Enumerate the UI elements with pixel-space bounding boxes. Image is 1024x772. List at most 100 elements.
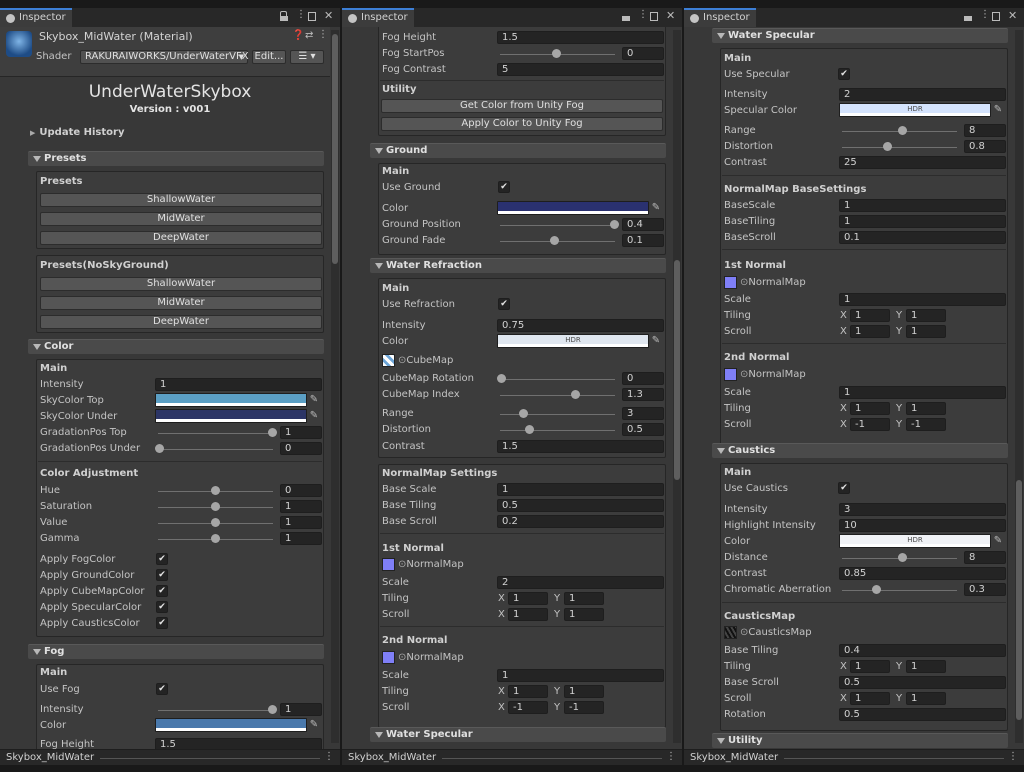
fog-color-swatch[interactable] — [155, 718, 307, 732]
inspector-tab[interactable]: Inspector — [684, 8, 756, 27]
color-section-header[interactable]: Color — [28, 339, 324, 354]
use-refraction-checkbox[interactable]: ✔ — [498, 298, 510, 310]
n2-scroll-x-field[interactable]: -1 — [508, 701, 548, 714]
more-icon[interactable]: ⋮ — [324, 751, 334, 762]
slider-knob[interactable] — [610, 220, 619, 229]
normalmap-thumbnail[interactable] — [382, 558, 395, 571]
specular-range-field[interactable]: 8 — [964, 124, 1006, 137]
n1-scroll-y-field[interactable]: 1 — [564, 608, 604, 621]
caustics-intensity-field[interactable]: 3 — [839, 503, 1006, 516]
specular-distortion-field[interactable]: 0.8 — [964, 140, 1006, 153]
slider-knob[interactable] — [525, 425, 534, 434]
slider-knob[interactable] — [211, 486, 220, 495]
n1-tiling-x-field[interactable]: 1 — [508, 592, 548, 605]
lock-icon[interactable] — [964, 16, 972, 21]
highlight-intensity-field[interactable]: 10 — [839, 519, 1006, 532]
vertical-scrollbar[interactable] — [1015, 30, 1023, 743]
maximize-icon[interactable] — [650, 12, 658, 21]
fog-contrast-field[interactable]: 5 — [497, 63, 664, 76]
refraction-contrast-field[interactable]: 1.5 — [497, 440, 664, 453]
cubemap-index-field[interactable]: 1.3 — [622, 388, 664, 401]
specular-contrast-field[interactable]: 25 — [839, 156, 1006, 169]
basescale-field[interactable]: 1 — [839, 199, 1006, 212]
apply-color-to-unity-fog-button[interactable]: Apply Color to Unity Fog — [381, 117, 663, 131]
caustics-scroll-y-field[interactable]: 1 — [906, 692, 946, 705]
normalmap-thumbnail[interactable] — [724, 276, 737, 289]
caustics-base-tiling-field[interactable]: 0.4 — [839, 644, 1006, 657]
slider-knob[interactable] — [268, 705, 277, 714]
slider-knob[interactable] — [211, 518, 220, 527]
n2-scroll-y-field[interactable]: -1 — [564, 701, 604, 714]
base-scroll-field[interactable]: 0.2 — [497, 515, 664, 528]
fog-intensity-slider[interactable] — [158, 710, 273, 711]
fog-height-field[interactable]: 1.5 — [497, 31, 664, 44]
specular-intensity-field[interactable]: 2 — [839, 88, 1006, 101]
apply-specularcolor-checkbox[interactable]: ✔ — [156, 601, 168, 613]
cubemap-thumbnail[interactable] — [382, 354, 395, 367]
preset-midwater-button[interactable]: MidWater — [40, 212, 322, 226]
inspector-tab[interactable]: Inspector — [0, 8, 72, 27]
spec-n1-scale-field[interactable]: 1 — [839, 293, 1006, 306]
apply-cubemapcolor-checkbox[interactable]: ✔ — [156, 585, 168, 597]
n2-tiling-y-field[interactable]: 1 — [564, 685, 604, 698]
more-icon[interactable]: ⋮ — [980, 9, 990, 20]
n2-scale-field[interactable]: 1 — [497, 669, 664, 682]
material-preview-icon[interactable] — [6, 31, 32, 57]
color-picker-icon[interactable]: ✎ — [650, 335, 662, 347]
cubemap-index-slider[interactable] — [500, 395, 615, 396]
use-fog-checkbox[interactable]: ✔ — [156, 683, 168, 695]
basescroll-field[interactable]: 0.1 — [839, 231, 1006, 244]
caustics-scroll-x-field[interactable]: 1 — [850, 692, 890, 705]
gradationpos-under-field[interactable]: 0 — [280, 442, 322, 455]
water-specular-section-header[interactable]: Water Specular — [370, 727, 666, 742]
caustics-tiling-y-field[interactable]: 1 — [906, 660, 946, 673]
caustics-section-header[interactable]: Caustics — [712, 443, 1008, 458]
specular-color-swatch[interactable]: HDR — [839, 103, 991, 117]
caustics-distance-field[interactable]: 8 — [964, 551, 1006, 564]
preset-icon[interactable]: ⇄ — [305, 30, 313, 41]
use-caustics-checkbox[interactable]: ✔ — [838, 482, 850, 494]
slider-knob[interactable] — [211, 534, 220, 543]
scroll-thumb[interactable] — [332, 34, 338, 264]
fog-height-field[interactable]: 1.5 — [155, 738, 322, 749]
ground-color-swatch[interactable] — [497, 201, 649, 215]
update-history-foldout[interactable]: ▶ Update History — [30, 127, 124, 138]
water-refraction-section-header[interactable]: Water Refraction — [370, 258, 666, 273]
chromatic-aberration-slider[interactable] — [842, 590, 957, 591]
color-picker-icon[interactable]: ✎ — [308, 394, 320, 406]
slider-knob[interactable] — [898, 553, 907, 562]
refraction-distortion-field[interactable]: 0.5 — [622, 423, 664, 436]
n1-tiling-y-field[interactable]: 1 — [564, 592, 604, 605]
slider-knob[interactable] — [883, 142, 892, 151]
settings-list-button[interactable]: ☰ ▾ — [290, 50, 324, 64]
edit-shader-button[interactable]: Edit... — [252, 50, 286, 64]
presets-section-header[interactable]: Presets — [28, 151, 324, 166]
base-scale-field[interactable]: 1 — [497, 483, 664, 496]
n1-scale-field[interactable]: 2 — [497, 576, 664, 589]
refraction-distortion-slider[interactable] — [500, 430, 615, 431]
fog-section-header[interactable]: Fog — [28, 644, 324, 659]
slider-knob[interactable] — [571, 390, 580, 399]
use-ground-checkbox[interactable]: ✔ — [498, 181, 510, 193]
preset-shallowwater-button[interactable]: ShallowWater — [40, 193, 322, 207]
spec-n2-scroll-x-field[interactable]: -1 — [850, 418, 890, 431]
caustics-base-scroll-field[interactable]: 0.5 — [839, 676, 1006, 689]
color-picker-icon[interactable]: ✎ — [308, 410, 320, 422]
apply-groundcolor-checkbox[interactable]: ✔ — [156, 569, 168, 581]
utility-section-header[interactable]: Utility — [712, 733, 1008, 748]
preset-nosky-midwater-button[interactable]: MidWater — [40, 296, 322, 310]
shader-dropdown[interactable]: RAKURAIWORKS/UnderWaterVFX ▼ — [80, 50, 249, 64]
value-field[interactable]: 1 — [280, 516, 322, 529]
gradationpos-top-field[interactable]: 1 — [280, 426, 322, 439]
preset-nosky-deepwater-button[interactable]: DeepWater — [40, 315, 322, 329]
gradationpos-under-slider[interactable] — [158, 449, 273, 450]
spec-n1-tiling-x-field[interactable]: 1 — [850, 309, 890, 322]
normalmap-texture-field[interactable]: ⊙NormalMap — [398, 652, 464, 663]
skycolor-top-swatch[interactable] — [155, 393, 307, 407]
ground-fade-field[interactable]: 0.1 — [622, 234, 664, 247]
normalmap-texture-field[interactable]: ⊙NormalMap — [740, 277, 806, 288]
slider-knob[interactable] — [155, 444, 164, 453]
lock-icon[interactable] — [622, 16, 630, 21]
normalmap-thumbnail[interactable] — [382, 651, 395, 664]
fog-startpos-field[interactable]: 0 — [622, 47, 664, 60]
